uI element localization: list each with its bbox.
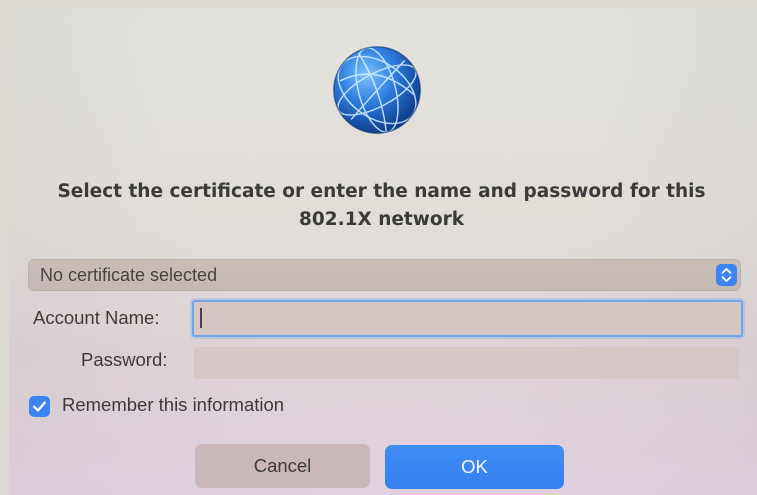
account-name-label: Account Name: [33,307,160,328]
dialog-title: Select the certificate or enter the name… [57,181,706,230]
certificate-select-value: No certificate selected [40,265,218,285]
text-caret [200,308,202,328]
cancel-button[interactable]: Cancel [195,444,370,488]
remember-label: Remember this information [62,394,285,415]
checkmark-icon [33,401,46,412]
password-label: Password: [81,349,168,370]
remember-checkbox[interactable] [29,396,50,417]
network-auth-dialog: Select the certificate or enter the name… [9,8,757,495]
network-globe-icon [333,46,421,134]
account-name-field[interactable] [192,300,743,337]
certificate-select[interactable]: No certificate selected [28,259,741,291]
password-field[interactable] [194,347,739,379]
ok-button[interactable]: OK [385,445,564,489]
chevron-up-down-icon[interactable] [716,264,737,286]
